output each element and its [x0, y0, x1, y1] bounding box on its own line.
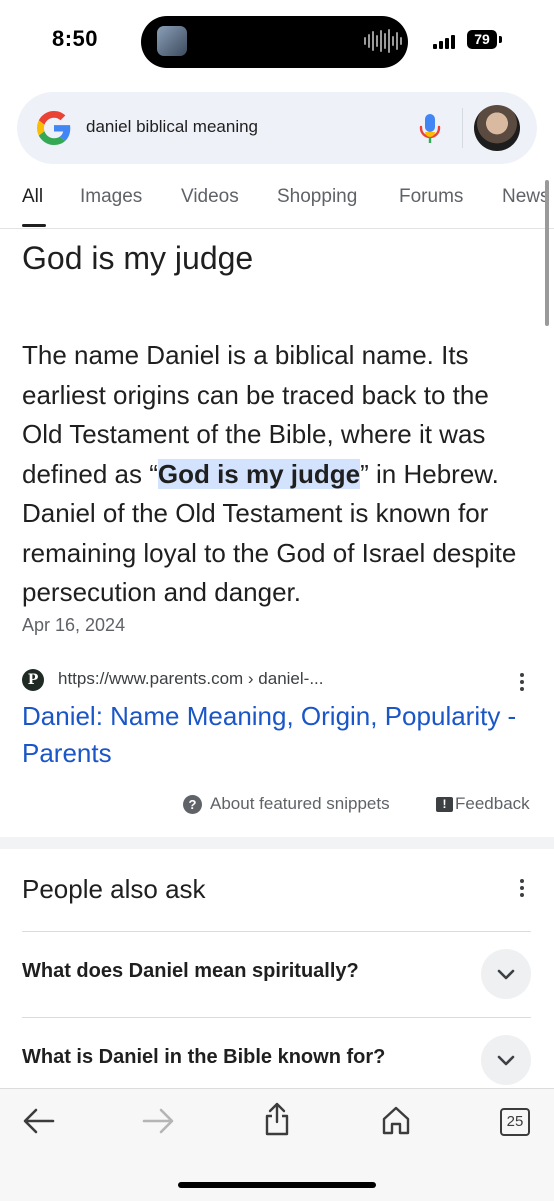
- result-more-options-icon[interactable]: [520, 673, 524, 694]
- snippet-date: Apr 16, 2024: [22, 615, 126, 635]
- microphone-icon[interactable]: [418, 113, 442, 145]
- parents-site-icon[interactable]: P: [22, 669, 44, 691]
- tab-count-button[interactable]: 25: [500, 1108, 530, 1136]
- tabs-divider: [0, 228, 554, 229]
- snippet-text: The name Daniel is a biblical name. Its …: [22, 336, 534, 613]
- paa-question-text: What does Daniel mean spiritually?: [22, 960, 359, 982]
- tab-shopping[interactable]: Shopping: [277, 186, 357, 208]
- search-divider: [462, 108, 463, 148]
- result-url[interactable]: https://www.parents.com › daniel-...: [58, 669, 324, 689]
- scrollbar[interactable]: [545, 180, 549, 326]
- paa-question-text: What is Daniel in the Bible known for?: [22, 1046, 386, 1068]
- cellular-signal-icon: [433, 33, 455, 49]
- battery-tip: [499, 36, 502, 43]
- result-title-link[interactable]: Daniel: Name Meaning, Origin, Popularity…: [22, 698, 522, 772]
- about-featured-snippets-label: About featured snippets: [210, 794, 390, 813]
- profile-avatar[interactable]: [474, 105, 520, 151]
- home-icon[interactable]: [380, 1104, 412, 1136]
- share-icon[interactable]: [262, 1101, 292, 1137]
- feedback-label: Feedback: [455, 794, 530, 813]
- tab-videos[interactable]: Videos: [181, 186, 239, 208]
- tab-forums[interactable]: Forums: [399, 186, 463, 208]
- back-arrow-icon[interactable]: [22, 1106, 56, 1136]
- active-tab-indicator: [22, 224, 46, 227]
- tab-news[interactable]: News: [502, 186, 550, 208]
- expand-chevron-icon[interactable]: [481, 949, 531, 999]
- forward-arrow-icon[interactable]: [141, 1106, 175, 1136]
- search-tabs: All Images Videos Shopping Forums News: [0, 180, 554, 228]
- home-indicator[interactable]: [178, 1182, 376, 1188]
- search-query-text[interactable]: daniel biblical meaning: [86, 117, 258, 137]
- now-playing-thumbnail[interactable]: [157, 26, 187, 56]
- about-featured-snippets[interactable]: ? About featured snippets: [183, 794, 390, 814]
- battery-level: 79: [467, 30, 497, 49]
- feedback-button[interactable]: ! Feedback: [436, 794, 530, 814]
- audio-waveform-icon: [364, 28, 402, 54]
- expand-chevron-icon[interactable]: [481, 1035, 531, 1085]
- paa-question-row[interactable]: What does Daniel mean spiritually?: [22, 931, 531, 1018]
- featured-answer: God is my judge: [22, 240, 254, 276]
- snippet-highlight: God is my judge: [157, 458, 361, 489]
- feedback-icon: !: [436, 796, 453, 812]
- paa-more-options-icon[interactable]: [520, 879, 524, 900]
- section-divider: [0, 837, 554, 849]
- status-time: 8:50: [52, 26, 99, 51]
- people-also-ask-title: People also ask: [22, 874, 206, 904]
- tab-all[interactable]: All: [22, 186, 43, 208]
- google-logo-icon[interactable]: [37, 111, 71, 145]
- tab-images[interactable]: Images: [80, 186, 142, 208]
- help-icon: ?: [183, 794, 202, 814]
